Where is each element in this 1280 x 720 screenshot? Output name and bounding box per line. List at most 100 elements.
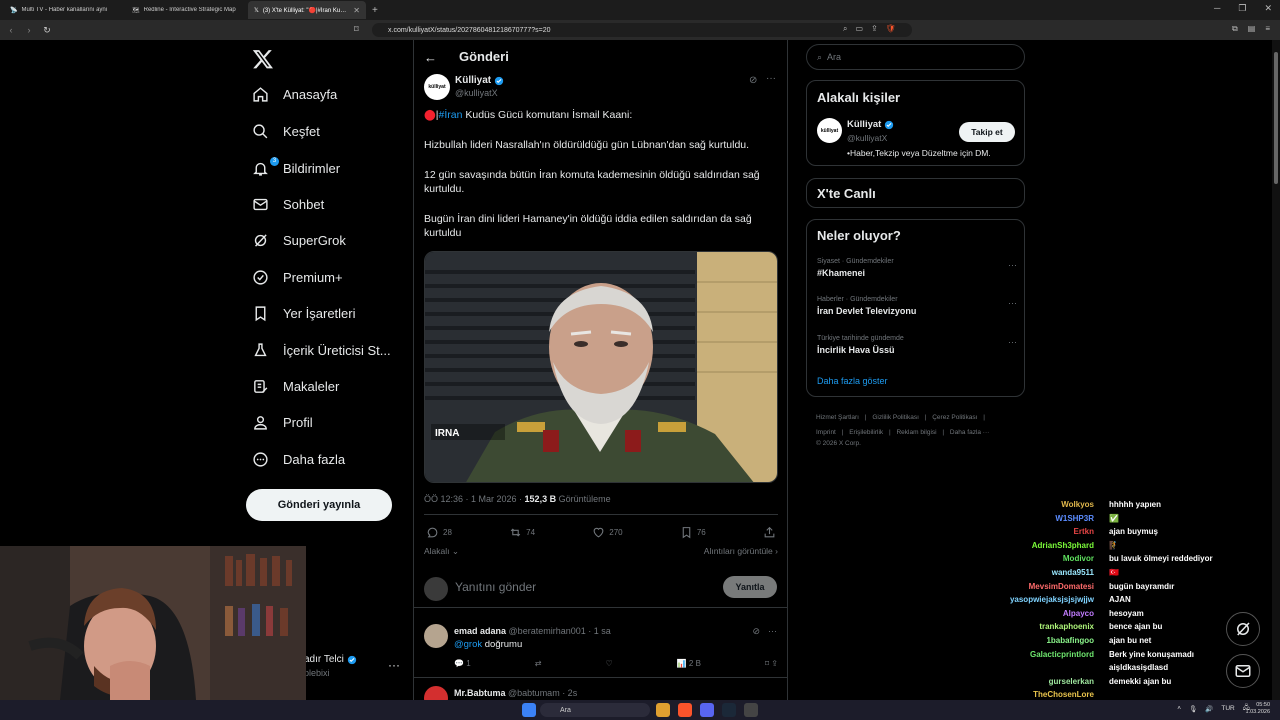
screen-icon[interactable]: ▭ bbox=[855, 24, 863, 34]
account-switcher[interactable]: adır Telci plebixi bbox=[304, 654, 357, 678]
retweet-button[interactable]: 74 bbox=[509, 526, 535, 539]
brave-shield-icon[interactable]: 🛡 bbox=[886, 24, 896, 34]
back-arrow-icon[interactable]: ← bbox=[424, 50, 437, 65]
browser-tab[interactable]: 📡 Multi TV - Haber kanallarını aynı bbox=[4, 1, 122, 19]
nav-item-creator-studio[interactable]: İçerik Üreticisi St... bbox=[252, 337, 412, 363]
footer-link[interactable]: Çerez Politikası bbox=[932, 414, 977, 421]
page-scrollbar[interactable] bbox=[1272, 40, 1280, 700]
reply-submit-button[interactable]: Yanıtla bbox=[723, 576, 777, 598]
follow-button[interactable]: Takip et bbox=[959, 122, 1015, 142]
new-tab-icon[interactable]: + bbox=[372, 5, 378, 16]
grok-icon[interactable]: ⊘ bbox=[749, 75, 757, 86]
bookmark-icon[interactable]: ⌑ bbox=[354, 24, 359, 35]
scrollbar-thumb[interactable] bbox=[1274, 52, 1278, 184]
view-quotes-link[interactable]: Alıntıları görüntüle › bbox=[704, 546, 778, 556]
brave-browser-icon[interactable] bbox=[678, 703, 692, 717]
reply-author[interactable]: Mr.Babtuma @babtumam · 2s bbox=[454, 688, 577, 698]
search-input[interactable]: ⌕ Ara bbox=[806, 44, 1025, 70]
post-button[interactable]: Gönderi yayınla bbox=[246, 489, 392, 521]
footer-link[interactable]: Erişilebilirlik bbox=[849, 429, 883, 436]
user-avatar[interactable] bbox=[424, 577, 448, 601]
app-icon[interactable] bbox=[744, 703, 758, 717]
close-tab-icon[interactable]: ✕ bbox=[353, 6, 360, 15]
taskbar-search[interactable]: Ara bbox=[540, 703, 650, 717]
grok-floating-button[interactable] bbox=[1226, 612, 1260, 646]
taskbar-clock[interactable]: 05:50 1.03.2026 bbox=[1246, 702, 1270, 716]
show-more-link[interactable]: Daha fazla göster bbox=[817, 376, 888, 386]
reply-avatar[interactable] bbox=[424, 686, 448, 700]
nav-item-chat[interactable]: Sohbet bbox=[252, 191, 412, 217]
trend-more-icon[interactable]: ··· bbox=[1008, 298, 1017, 308]
author-handle[interactable]: @kulliyatX bbox=[455, 88, 498, 98]
x-logo-icon[interactable] bbox=[252, 48, 274, 70]
reply-button[interactable]: 28 bbox=[426, 526, 452, 539]
retweet-button[interactable]: ⇄ bbox=[535, 659, 542, 668]
reply-author[interactable]: emad adana @beratemirhan001 · 1 sa bbox=[454, 626, 611, 636]
like-button[interactable]: 270 bbox=[592, 526, 623, 539]
related-user-name[interactable]: Külliyat bbox=[847, 119, 894, 130]
speaker-icon[interactable]: 🔊 bbox=[1205, 705, 1213, 713]
tweet-timestamp[interactable]: ÖÖ 12:36 · 1 Mar 2026 · bbox=[424, 494, 525, 504]
windows-start-icon[interactable] bbox=[522, 703, 536, 717]
author-avatar[interactable]: külliyat bbox=[424, 74, 450, 100]
browser-tab[interactable]: 🗺 Redline - Interactive Strategic Map bbox=[126, 1, 244, 19]
views-button[interactable]: 📊 2 B bbox=[677, 659, 701, 668]
related-user-avatar[interactable]: külliyat bbox=[817, 118, 842, 143]
sidebar-icon[interactable]: ▤ bbox=[1248, 24, 1256, 34]
related-user-handle[interactable]: @kulliyatX bbox=[847, 133, 887, 143]
reload-icon[interactable]: ↻ bbox=[40, 25, 54, 36]
hashtag-link[interactable]: #İran bbox=[439, 109, 463, 121]
nav-item-notifications[interactable]: 3 Bildirimler bbox=[252, 155, 412, 181]
steam-icon[interactable] bbox=[722, 703, 736, 717]
trend-item[interactable]: Türkiye tarihinde gündemde İncirlik Hava… bbox=[817, 335, 1017, 355]
nav-item-articles[interactable]: Makaleler bbox=[252, 373, 412, 399]
maximize-icon[interactable]: ❐ bbox=[1238, 3, 1246, 14]
like-button[interactable]: ♡ bbox=[605, 659, 612, 668]
more-options-icon[interactable]: ··· bbox=[768, 626, 777, 637]
messages-floating-button[interactable] bbox=[1226, 654, 1260, 688]
account-more-icon[interactable]: ··· bbox=[388, 658, 400, 672]
nav-item-more[interactable]: Daha fazla bbox=[252, 446, 412, 472]
footer-link[interactable]: Hizmet Şartları bbox=[816, 414, 859, 421]
browser-tab-active[interactable]: 𝕏 (3) X'te Külliyat: "🔴|#İran Kudüs ✕ bbox=[248, 1, 366, 19]
footer-link[interactable]: Daha fazla ··· bbox=[950, 429, 989, 436]
nav-item-profile[interactable]: Profil bbox=[252, 409, 412, 435]
close-window-icon[interactable]: ✕ bbox=[1264, 3, 1272, 14]
reply-input[interactable]: Yanıtını gönder bbox=[455, 580, 536, 594]
tweet-image[interactable]: IRNA bbox=[424, 251, 778, 483]
nav-item-home[interactable]: Anasayfa bbox=[252, 81, 412, 107]
bookmark-icon[interactable]: ⌑ ⇪ bbox=[765, 659, 778, 668]
discord-icon[interactable] bbox=[700, 703, 714, 717]
nav-item-explore[interactable]: Keşfet bbox=[252, 118, 412, 144]
trend-more-icon[interactable]: ··· bbox=[1008, 260, 1017, 270]
share-button[interactable] bbox=[763, 526, 776, 539]
trend-item[interactable]: Haberler · Gündemdekiler İran Devlet Tel… bbox=[817, 296, 1017, 316]
nav-item-premium[interactable]: Premium+ bbox=[252, 264, 412, 290]
minimize-icon[interactable]: ─ bbox=[1214, 3, 1220, 14]
trend-item[interactable]: Siyaset · Gündemdekiler #Khamenei ··· bbox=[817, 258, 1017, 278]
trend-more-icon[interactable]: ··· bbox=[1008, 337, 1017, 347]
grok-icon[interactable]: ⊘ bbox=[752, 626, 760, 637]
nav-item-bookmarks[interactable]: Yer İşaretleri bbox=[252, 300, 412, 326]
reply-avatar[interactable] bbox=[424, 624, 448, 648]
footer-link[interactable]: Imprint bbox=[816, 429, 836, 436]
author-name[interactable]: Külliyat bbox=[455, 75, 504, 86]
zoom-icon[interactable]: ⌕ bbox=[843, 24, 847, 34]
back-nav-icon[interactable]: ‹ bbox=[4, 25, 18, 35]
bookmark-button[interactable]: 76 bbox=[680, 526, 706, 539]
footer-link[interactable]: Reklam bilgisi bbox=[896, 429, 936, 436]
related-dropdown[interactable]: Alakalı ⌄ bbox=[424, 546, 459, 556]
microphone-icon[interactable]: 🎙 bbox=[1189, 705, 1197, 713]
reply-item[interactable]: emad adana @beratemirhan001 · 1 sa ⊘ ···… bbox=[414, 618, 787, 678]
more-options-icon[interactable]: ··· bbox=[766, 73, 776, 84]
footer-link[interactable]: Gizlilik Politikası bbox=[872, 414, 919, 421]
tray-arrow-icon[interactable]: ˄ bbox=[1177, 705, 1181, 712]
mention-link[interactable]: @grok bbox=[454, 639, 482, 650]
extensions-icon[interactable]: ⧉ bbox=[1232, 24, 1238, 34]
reply-button[interactable]: 💬 1 bbox=[454, 659, 471, 668]
language-indicator[interactable]: TUR bbox=[1221, 705, 1234, 712]
share-icon[interactable]: ⇪ bbox=[871, 24, 878, 34]
menu-icon[interactable]: ≡ bbox=[1265, 24, 1270, 34]
file-explorer-icon[interactable] bbox=[656, 703, 670, 717]
x-live-card[interactable]: X'te Canlı bbox=[806, 178, 1025, 208]
